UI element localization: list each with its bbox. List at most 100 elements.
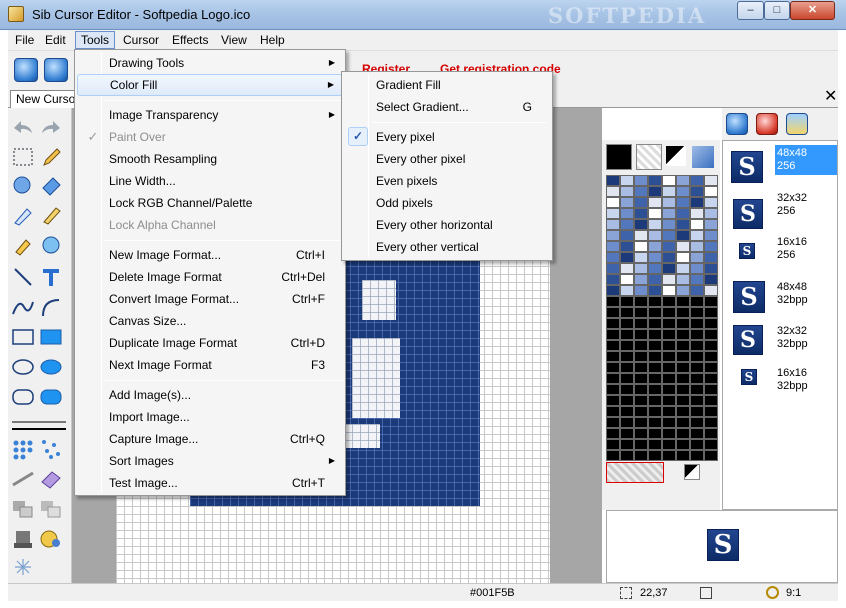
palette-swatch[interactable] [690, 428, 704, 439]
palette-swatch[interactable] [606, 439, 620, 450]
palette-swatch[interactable] [620, 219, 634, 230]
palette-swatch[interactable] [606, 186, 620, 197]
replace-color-icon[interactable] [38, 234, 64, 256]
palette-swatch[interactable] [704, 329, 718, 340]
palette-swatch[interactable] [676, 307, 690, 318]
palette-swatch[interactable] [634, 285, 648, 296]
palette-swatch[interactable] [704, 450, 718, 461]
palette-swatch[interactable] [690, 340, 704, 351]
palette-swatch[interactable] [662, 263, 676, 274]
palette-swatch[interactable] [662, 450, 676, 461]
transparent-color-swatch[interactable] [606, 462, 664, 483]
palette-swatch[interactable] [704, 241, 718, 252]
palette-swatch[interactable] [662, 384, 676, 395]
palette-swatch[interactable] [648, 417, 662, 428]
palette-swatch[interactable] [662, 395, 676, 406]
palette-swatch[interactable] [606, 274, 620, 285]
palette-swatch[interactable] [606, 175, 620, 186]
palette-swatch[interactable] [676, 428, 690, 439]
palette-swatch[interactable] [620, 340, 634, 351]
palette-swatch[interactable] [662, 274, 676, 285]
palette-swatch[interactable] [606, 307, 620, 318]
palette-swatch[interactable] [690, 307, 704, 318]
filled-ellipse-tool-icon[interactable] [38, 356, 64, 378]
palette-swatch[interactable] [676, 395, 690, 406]
invert-color-icon[interactable] [684, 464, 700, 480]
palette-swatch[interactable] [634, 186, 648, 197]
palette-swatch[interactable] [648, 263, 662, 274]
palette-swatch[interactable] [676, 175, 690, 186]
new-cursor-icon[interactable] [14, 58, 38, 82]
palette-swatch[interactable] [676, 230, 690, 241]
palette-swatch[interactable] [620, 241, 634, 252]
menu-item-add-images[interactable]: Add Image(s)... [77, 384, 343, 406]
palette-swatch[interactable] [676, 340, 690, 351]
palette-swatch[interactable] [690, 406, 704, 417]
palette-swatch[interactable] [690, 362, 704, 373]
palette-swatch[interactable] [634, 384, 648, 395]
palette-swatch[interactable] [634, 318, 648, 329]
palette-swatch[interactable] [620, 384, 634, 395]
palette-swatch[interactable] [690, 296, 704, 307]
palette-swatch[interactable] [620, 417, 634, 428]
menu-item-sort-images[interactable]: Sort Images ▶ [77, 450, 343, 472]
palette-swatch[interactable] [676, 406, 690, 417]
palette-swatch[interactable] [662, 208, 676, 219]
palette-swatch[interactable] [620, 373, 634, 384]
palette-swatch[interactable] [620, 285, 634, 296]
palette-swatch[interactable] [620, 395, 634, 406]
palette-swatch[interactable] [662, 219, 676, 230]
palette-swatch[interactable] [634, 351, 648, 362]
palette-swatch[interactable] [648, 329, 662, 340]
menu-item-lock-rgb[interactable]: Lock RGB Channel/Palette [77, 192, 343, 214]
palette-swatch[interactable] [620, 208, 634, 219]
filled-rectangle-tool-icon[interactable] [38, 326, 64, 348]
palette-swatch[interactable] [704, 395, 718, 406]
palette-swatch[interactable] [676, 318, 690, 329]
palette-swatch[interactable] [704, 230, 718, 241]
pick-color-icon[interactable] [692, 146, 714, 168]
palette-swatch[interactable] [606, 417, 620, 428]
menu-item-drawing-tools[interactable]: Drawing Tools ▶ [77, 52, 343, 74]
palette-swatch[interactable] [704, 175, 718, 186]
palette-swatch[interactable] [634, 373, 648, 384]
palette-swatch[interactable] [704, 252, 718, 263]
palette-swatch[interactable] [648, 428, 662, 439]
palette-swatch[interactable] [690, 186, 704, 197]
menu-item-every-pixel[interactable]: ✓ Every pixel [344, 126, 550, 148]
format-item[interactable]: S 16x16 32bpp [723, 363, 837, 407]
palette-swatch[interactable] [690, 373, 704, 384]
palette-swatch[interactable] [620, 186, 634, 197]
book-tool-icon[interactable] [38, 468, 64, 490]
palette-swatch[interactable] [704, 285, 718, 296]
palette-swatch[interactable] [690, 197, 704, 208]
menu-item-capture-image[interactable]: Capture Image... Ctrl+Q [77, 428, 343, 450]
palette-swatch[interactable] [606, 230, 620, 241]
palette-swatch[interactable] [690, 351, 704, 362]
palette-swatch[interactable] [606, 285, 620, 296]
palette-swatch[interactable] [704, 428, 718, 439]
text-tool-icon[interactable] [38, 266, 64, 288]
menu-edit[interactable]: Edit [40, 31, 71, 49]
palette-swatch[interactable] [634, 307, 648, 318]
palette-swatch[interactable] [634, 406, 648, 417]
palette-swatch[interactable] [606, 296, 620, 307]
palette-swatch[interactable] [690, 208, 704, 219]
menu-file[interactable]: File [10, 31, 39, 49]
pencil-tool-icon[interactable] [38, 146, 64, 168]
secondary-color-swatch[interactable] [636, 144, 662, 170]
filled-rounded-rect-tool-icon[interactable] [38, 386, 64, 408]
palette-swatch[interactable] [676, 219, 690, 230]
line-width-selector[interactable] [10, 414, 68, 436]
palette-swatch[interactable] [634, 197, 648, 208]
menu-item-test-image[interactable]: Test Image... Ctrl+T [77, 472, 343, 494]
menu-item-next-image-format[interactable]: Next Image Format F3 [77, 354, 343, 376]
palette-swatch[interactable] [676, 186, 690, 197]
format-item[interactable]: S 48x48 32bpp [723, 277, 837, 321]
menu-item-paint-over[interactable]: ✓ Paint Over [77, 126, 343, 148]
fill-tool-icon[interactable] [10, 174, 36, 196]
palette-swatch[interactable] [690, 230, 704, 241]
open-cursor-icon[interactable] [44, 58, 68, 82]
palette-swatch[interactable] [662, 406, 676, 417]
palette-swatch[interactable] [634, 428, 648, 439]
